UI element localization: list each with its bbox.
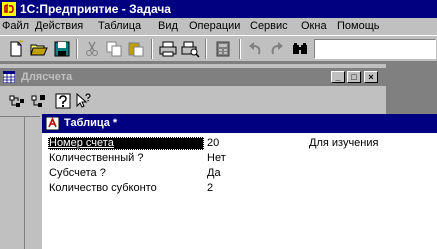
calculator-icon[interactable] (213, 39, 233, 59)
property-name-cell[interactable]: Номер счета (48, 137, 204, 150)
context-help-icon[interactable] (75, 93, 91, 109)
accounts-window-title: Дляcчета (21, 71, 73, 83)
cut-icon[interactable] (82, 39, 102, 59)
menu-help[interactable]: Помощь (337, 18, 380, 35)
table-row[interactable]: Субсчета ? Да (42, 167, 437, 180)
property-note-cell[interactable] (308, 182, 428, 195)
table-row[interactable]: Количественный ? Нет (42, 152, 437, 165)
properties-table: Номер счета 20 Для изучения Количественн… (42, 133, 437, 249)
toolbar-separator (76, 39, 78, 59)
table-row[interactable]: Номер счета 20 Для изучения (42, 137, 437, 150)
new-document-icon[interactable] (6, 39, 26, 59)
property-value-cell[interactable]: Да (206, 167, 306, 180)
column-divider (24, 117, 25, 249)
toolbar-separator (239, 39, 241, 59)
open-folder-icon[interactable] (29, 39, 49, 59)
search-input[interactable] (314, 39, 436, 59)
menu-service[interactable]: Сервис (250, 18, 288, 35)
table-window-title: Таблица * (64, 117, 118, 129)
accounts-window-title-bar[interactable]: Дляcчета _ □ × (0, 68, 386, 86)
table-window[interactable]: Таблица * Номер счета 20 Для изучения Ко… (40, 114, 437, 249)
main-toolbar (0, 35, 437, 62)
toolbar-separator (205, 39, 207, 59)
paste-icon[interactable] (126, 39, 146, 59)
table-row[interactable]: Количество субконто 2 (42, 182, 437, 195)
close-button[interactable]: × (364, 71, 378, 83)
property-note-cell[interactable] (308, 152, 428, 165)
menu-view[interactable]: Вид (158, 18, 178, 35)
tree-subaccount-icon[interactable] (31, 93, 47, 109)
save-icon[interactable] (52, 39, 72, 59)
property-name-cell[interactable]: Субсчета ? (48, 167, 204, 180)
app-title-bar[interactable]: 1С:Предприятие - Задача (0, 0, 437, 18)
accounts-window-toolbar (0, 88, 386, 110)
menu-windows[interactable]: Окна (301, 18, 327, 35)
accounts-list-area[interactable] (0, 116, 40, 249)
menu-table[interactable]: Таблица (98, 18, 141, 35)
table-window-title-bar[interactable]: Таблица * (42, 114, 437, 133)
property-value-cell[interactable]: 2 (206, 182, 306, 195)
menu-actions[interactable]: Действия (35, 18, 83, 35)
property-note-cell[interactable]: Для изучения (308, 137, 428, 150)
menu-operations[interactable]: Операции (189, 18, 240, 35)
print-icon[interactable] (158, 39, 178, 59)
property-name-cell[interactable]: Количественный ? (48, 152, 204, 165)
minimize-button[interactable]: _ (331, 71, 345, 83)
tree-group-icon[interactable] (9, 93, 25, 109)
redo-icon[interactable] (267, 39, 287, 59)
maximize-button[interactable]: □ (347, 71, 361, 83)
undo-icon[interactable] (245, 39, 265, 59)
help-icon[interactable] (55, 93, 71, 109)
property-value-cell[interactable]: 20 (206, 137, 306, 150)
menu-file[interactable]: Файл (2, 18, 29, 35)
table-icon (3, 71, 15, 83)
app-title: 1С:Предприятие - Задача (20, 2, 171, 16)
find-icon[interactable] (290, 39, 310, 59)
toolbar-separator (151, 39, 153, 59)
print-preview-icon[interactable] (180, 39, 200, 59)
app-logo-icon (2, 2, 16, 16)
property-note-cell[interactable] (308, 167, 428, 180)
document-icon (46, 117, 59, 130)
property-name-cell[interactable]: Количество субконто (48, 182, 204, 195)
property-value-cell[interactable]: Нет (206, 152, 306, 165)
copy-icon[interactable] (104, 39, 124, 59)
menu-bar: Файл Действия Таблица Вид Операции Серви… (0, 18, 437, 35)
